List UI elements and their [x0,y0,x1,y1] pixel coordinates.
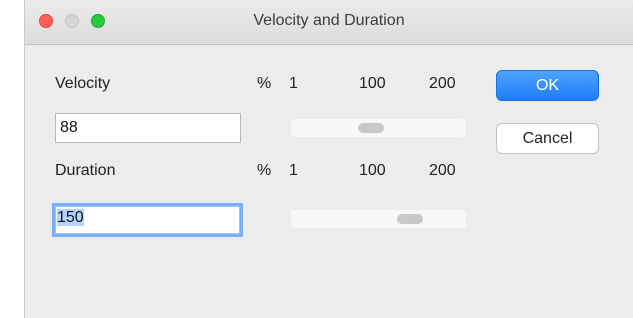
velocity-unit-label: % [257,75,272,92]
velocity-label: Velocity [55,75,111,92]
velocity-scale-mid: 100 [359,75,386,92]
ok-button[interactable]: OK [496,70,599,101]
duration-scale-mid: 100 [359,162,386,179]
title-bar: Velocity and Duration [25,0,633,45]
velocity-scale-min: 1 [289,75,298,92]
velocity-scale-max: 200 [429,75,456,92]
duration-label: Duration [55,162,116,179]
duration-input-value: 150 [57,209,84,226]
duration-unit-label: % [257,162,272,179]
cancel-button[interactable]: Cancel [496,123,599,154]
duration-scale-min: 1 [289,162,298,179]
velocity-slider[interactable] [291,119,466,137]
duration-slider-thumb[interactable] [397,214,424,224]
velocity-input-value: 88 [60,119,78,136]
window-title: Velocity and Duration [253,12,405,29]
velocity-input[interactable]: 88 [55,113,241,143]
duration-scale-max: 200 [429,162,456,179]
dialog-window: Velocity and Duration Velocity % 1 100 2… [24,0,633,318]
velocity-slider-thumb[interactable] [357,123,384,133]
duration-input[interactable]: 150 [52,203,243,237]
duration-slider[interactable] [291,210,466,228]
